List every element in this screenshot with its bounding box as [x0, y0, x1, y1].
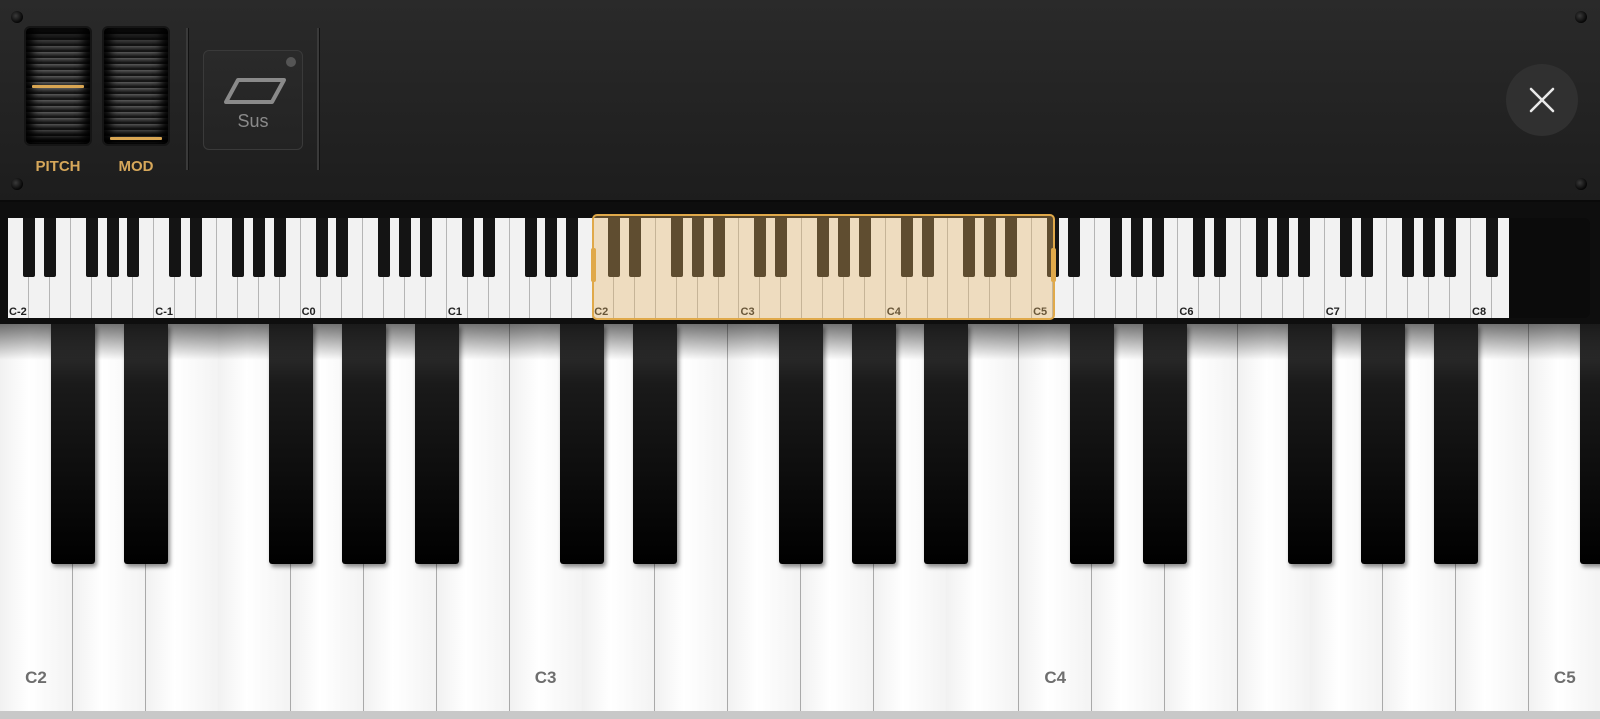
- sustain-label: Sus: [237, 111, 269, 131]
- mini-octave-label: C1: [447, 306, 462, 318]
- mini-black-key[interactable]: [1256, 218, 1268, 277]
- mini-black-key[interactable]: [85, 218, 98, 277]
- mini-black-key[interactable]: [273, 218, 286, 277]
- black-key[interactable]: [924, 324, 969, 564]
- mini-black-key[interactable]: [1297, 218, 1310, 277]
- black-key[interactable]: [1070, 324, 1114, 564]
- black-key[interactable]: [1434, 324, 1478, 564]
- mini-octave-label: C-2: [9, 306, 27, 318]
- close-button[interactable]: [1506, 64, 1578, 136]
- octave-label: C3: [534, 668, 557, 687]
- mini-keyboard-end: [1509, 218, 1590, 318]
- black-key[interactable]: [633, 324, 678, 564]
- mini-black-key[interactable]: [190, 218, 203, 277]
- black-key[interactable]: [1142, 324, 1187, 564]
- black-key[interactable]: [560, 324, 605, 564]
- keyboard-range-selector[interactable]: C-2 C-1 C0 C1 C2 C3 C4 C5 C6 C7 C8: [0, 202, 1600, 324]
- mini-black-key[interactable]: [169, 218, 182, 277]
- mini-black-key[interactable]: [545, 218, 558, 277]
- black-key[interactable]: [1361, 324, 1406, 564]
- range-handle-right[interactable]: [1051, 248, 1056, 282]
- mini-black-key[interactable]: [399, 218, 412, 277]
- mini-black-key[interactable]: [1423, 218, 1436, 277]
- mod-wheel-marker: [110, 137, 162, 140]
- panel-divider: [317, 28, 320, 170]
- mini-black-key[interactable]: [1067, 218, 1080, 277]
- sustain-button[interactable]: Sus: [203, 50, 303, 150]
- mini-octave-label: C8: [1472, 306, 1487, 318]
- sustain-led: [286, 57, 296, 67]
- mini-black-key[interactable]: [252, 218, 265, 277]
- mini-black-key[interactable]: [1151, 218, 1164, 277]
- mini-black-key[interactable]: [378, 218, 391, 277]
- panel-screw: [11, 178, 23, 190]
- panel-screw: [11, 11, 23, 23]
- octave-label: C5: [1553, 668, 1576, 687]
- pitch-wheel[interactable]: [24, 26, 92, 146]
- mini-black-key[interactable]: [1109, 218, 1122, 277]
- octave-label: C4: [1044, 668, 1067, 687]
- keyboard-bottom-edge: [0, 711, 1600, 719]
- mini-octave-label: C-1: [155, 306, 174, 318]
- panel-screw: [1575, 11, 1587, 23]
- mini-black-key[interactable]: [106, 218, 119, 277]
- pitch-label: PITCH: [35, 158, 81, 175]
- mini-black-key[interactable]: [22, 218, 35, 277]
- black-key[interactable]: [414, 324, 459, 564]
- sustain-pedal-icon: [224, 78, 286, 104]
- mini-black-key[interactable]: [315, 218, 328, 277]
- mini-black-key[interactable]: [461, 218, 474, 277]
- mini-black-key[interactable]: [1193, 218, 1206, 277]
- mini-octave-label: C7: [1325, 306, 1340, 318]
- close-icon: [1529, 87, 1555, 113]
- black-key[interactable]: [778, 324, 823, 564]
- mini-black-key[interactable]: [1276, 218, 1289, 277]
- mini-black-key[interactable]: [231, 218, 244, 277]
- mini-black-key[interactable]: [1214, 218, 1227, 277]
- mini-black-key[interactable]: [43, 218, 56, 277]
- panel-divider: [186, 28, 189, 170]
- octave-label: C2: [25, 668, 47, 687]
- mini-black-key[interactable]: [1485, 218, 1498, 277]
- mini-black-key[interactable]: [1444, 218, 1457, 277]
- black-key[interactable]: [851, 324, 896, 564]
- mini-octave-label: C6: [1179, 306, 1194, 318]
- pitch-wheel-marker: [32, 84, 84, 88]
- mini-black-key[interactable]: [420, 218, 432, 277]
- panel-screw: [1575, 178, 1587, 190]
- black-key[interactable]: [50, 324, 95, 564]
- mini-black-key[interactable]: [524, 218, 537, 277]
- selected-range-window[interactable]: [591, 214, 1056, 320]
- black-key[interactable]: [269, 324, 314, 564]
- mini-black-key[interactable]: [482, 218, 495, 277]
- range-handle-left[interactable]: [591, 248, 596, 282]
- mini-black-key[interactable]: [1360, 218, 1373, 277]
- mini-black-key[interactable]: [1402, 218, 1415, 277]
- mini-black-key[interactable]: [1339, 218, 1352, 277]
- black-key[interactable]: [1288, 324, 1333, 564]
- black-key[interactable]: [342, 324, 386, 564]
- mod-wheel[interactable]: [102, 26, 170, 146]
- mini-octave-label: C0: [301, 306, 316, 318]
- mini-black-key[interactable]: [1130, 218, 1143, 277]
- black-key[interactable]: [1579, 324, 1600, 564]
- control-panel: PITCH MOD Sus: [0, 0, 1600, 202]
- mod-wheel-surface[interactable]: [102, 26, 170, 146]
- mini-black-key[interactable]: [566, 218, 579, 277]
- mini-black-key[interactable]: [127, 218, 140, 277]
- mod-label: MOD: [118, 158, 154, 175]
- mini-black-key[interactable]: [336, 218, 349, 277]
- piano-keyboard[interactable]: C2 C3 C4 C5: [0, 324, 1600, 719]
- black-key[interactable]: [123, 324, 168, 564]
